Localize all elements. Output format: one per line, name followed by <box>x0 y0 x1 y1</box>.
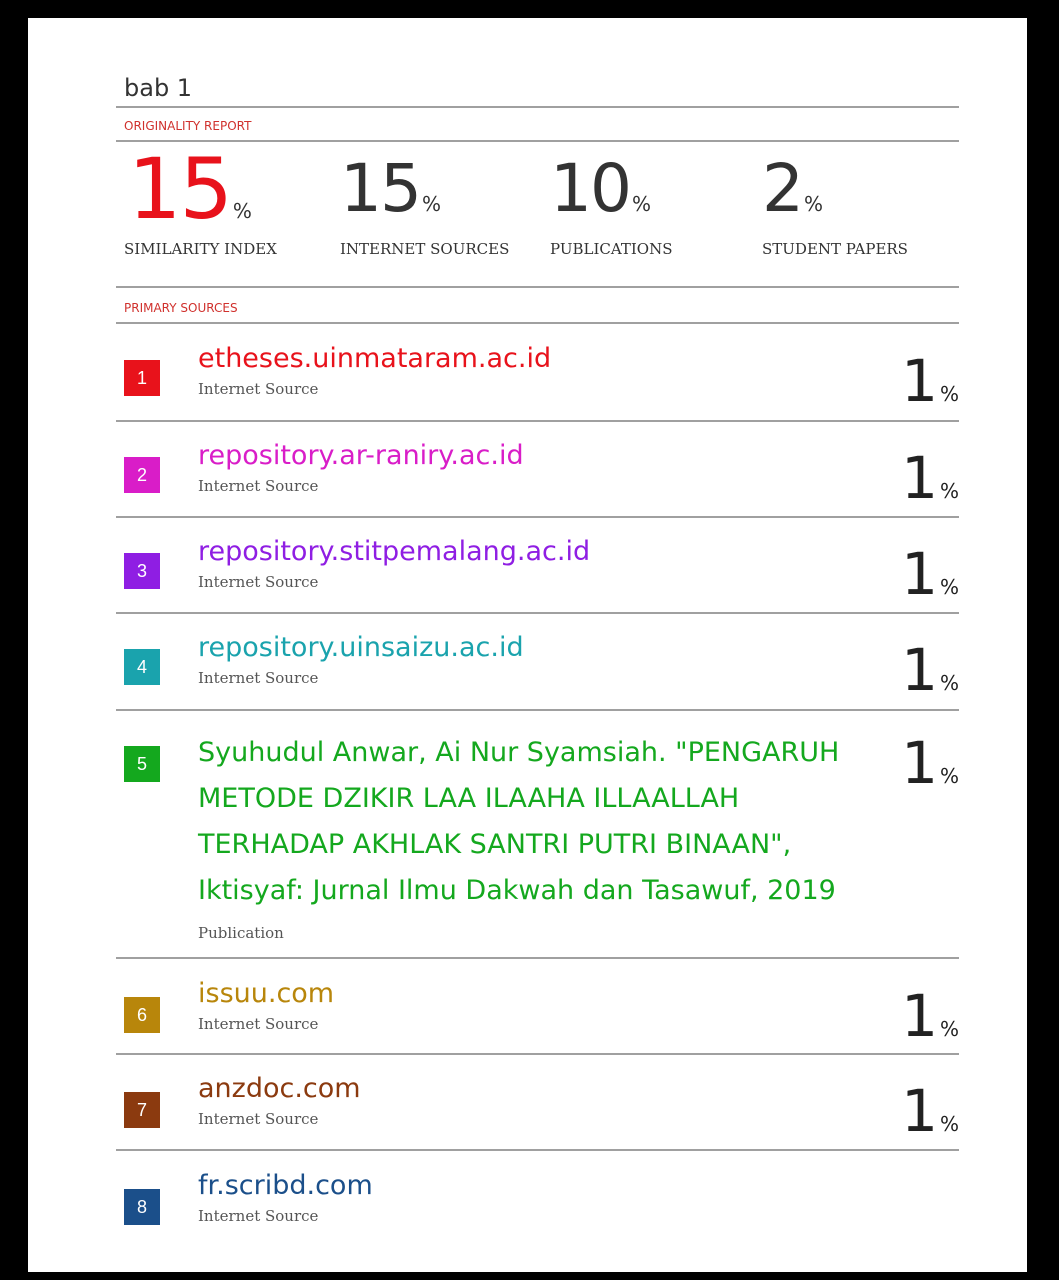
source-number-badge: 1 <box>124 360 160 396</box>
document-title: bab 1 <box>124 74 193 102</box>
internet-sources-stat: 15% INTERNET SOURCES <box>340 156 509 259</box>
source-row-8[interactable]: 8 fr.scribd.com Internet Source <box>124 1169 959 1229</box>
primary-sources-label: PRIMARY SOURCES <box>124 301 238 315</box>
publications-unit: % <box>631 192 651 216</box>
source-percent: 1% <box>901 540 959 608</box>
source-number-badge: 7 <box>124 1092 160 1128</box>
student-papers-stat: 2% STUDENT PAPERS <box>762 156 908 259</box>
source-percent: 1% <box>901 1077 959 1145</box>
source-type: Internet Source <box>198 477 319 495</box>
source-number-badge: 3 <box>124 553 160 589</box>
stats-divider <box>116 286 959 288</box>
similarity-index-stat: 15% SIMILARITY INDEX <box>124 147 277 258</box>
title-divider <box>116 106 959 108</box>
similarity-index-value: 15 <box>128 140 233 238</box>
source-type: Internet Source <box>198 380 319 398</box>
source-type: Publication <box>198 924 284 942</box>
source-name[interactable]: fr.scribd.com <box>198 1169 373 1203</box>
source-percent: 1% <box>901 444 959 512</box>
source-divider <box>116 612 959 614</box>
report-divider <box>116 140 959 142</box>
internet-sources-label: INTERNET SOURCES <box>340 240 510 258</box>
source-percent: 1% <box>901 982 959 1050</box>
source-name[interactable]: issuu.com <box>198 977 334 1011</box>
publications-label: PUBLICATIONS <box>550 240 673 258</box>
student-papers-unit: % <box>804 192 824 216</box>
source-number-badge: 5 <box>124 746 160 782</box>
publications-stat: 10% PUBLICATIONS <box>550 156 673 259</box>
source-name[interactable]: anzdoc.com <box>198 1072 361 1106</box>
internet-sources-value: 15 <box>340 150 422 227</box>
source-row-2[interactable]: 2 repository.ar-raniry.ac.id Internet So… <box>124 439 959 509</box>
report-page: bab 1 ORIGINALITY REPORT 15% SIMILARITY … <box>28 18 1027 1272</box>
source-number-badge: 8 <box>124 1189 160 1225</box>
source-percent: 1% <box>901 729 959 797</box>
source-name[interactable]: repository.stitpemalang.ac.id <box>198 535 590 569</box>
similarity-index-label: SIMILARITY INDEX <box>124 240 277 258</box>
source-row-6[interactable]: 6 issuu.com Internet Source 1% <box>124 977 959 1047</box>
source-divider <box>116 709 959 711</box>
source-number-badge: 2 <box>124 457 160 493</box>
source-row-7[interactable]: 7 anzdoc.com Internet Source 1% <box>124 1072 959 1142</box>
source-type: Internet Source <box>198 1207 319 1225</box>
originality-report-label: ORIGINALITY REPORT <box>124 119 252 133</box>
similarity-index-unit: % <box>232 199 252 223</box>
source-divider <box>116 516 959 518</box>
source-type: Internet Source <box>198 669 319 687</box>
source-name[interactable]: Syuhudul Anwar, Ai Nur Syamsiah. "PENGAR… <box>198 730 878 914</box>
source-percent: 1% <box>901 347 959 415</box>
source-row-5[interactable]: 5 Syuhudul Anwar, Ai Nur Syamsiah. "PENG… <box>124 730 959 956</box>
source-row-1[interactable]: 1 etheses.uinmataram.ac.id Internet Sour… <box>124 342 959 412</box>
source-name[interactable]: etheses.uinmataram.ac.id <box>198 342 551 376</box>
internet-sources-unit: % <box>421 192 441 216</box>
source-name[interactable]: repository.uinsaizu.ac.id <box>198 631 524 665</box>
student-papers-value: 2 <box>762 150 804 227</box>
source-type: Internet Source <box>198 573 319 591</box>
source-divider <box>116 1149 959 1151</box>
publications-value: 10 <box>550 150 632 227</box>
student-papers-label: STUDENT PAPERS <box>762 240 908 258</box>
source-percent: 1% <box>901 636 959 704</box>
source-name[interactable]: repository.ar-raniry.ac.id <box>198 439 524 473</box>
source-number-badge: 4 <box>124 649 160 685</box>
source-divider <box>116 957 959 959</box>
source-divider <box>116 420 959 422</box>
source-number-badge: 6 <box>124 997 160 1033</box>
source-row-3[interactable]: 3 repository.stitpemalang.ac.id Internet… <box>124 535 959 605</box>
primary-sources-divider <box>116 322 959 324</box>
source-row-4[interactable]: 4 repository.uinsaizu.ac.id Internet Sou… <box>124 631 959 701</box>
source-type: Internet Source <box>198 1015 319 1033</box>
source-type: Internet Source <box>198 1110 319 1128</box>
source-divider <box>116 1053 959 1055</box>
